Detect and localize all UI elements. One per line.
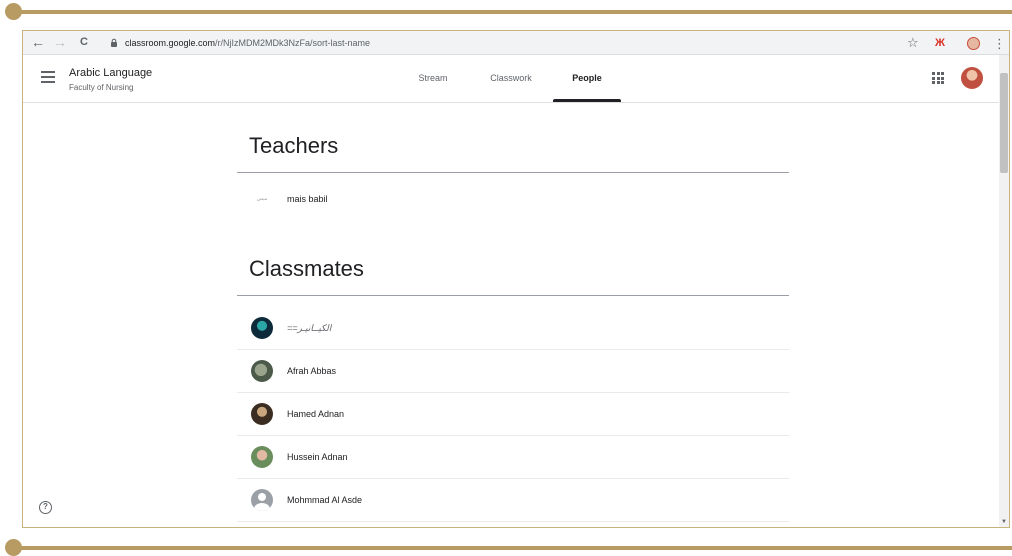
browser-toolbar: ← → C classroom.google.com /r/NjIzMDM2MD… — [23, 31, 1009, 55]
account-avatar[interactable] — [961, 67, 983, 89]
arrow-right-icon: → — [53, 34, 67, 50]
forward-button[interactable]: → — [51, 33, 69, 51]
scroll-down-arrow-icon[interactable]: ▼ — [1001, 519, 1007, 525]
classmates-heading: Classmates — [249, 256, 364, 281]
class-name[interactable]: Arabic Language — [69, 67, 152, 79]
person-name: Mohmmad Al Asde — [287, 495, 363, 505]
decorative-line-top — [14, 10, 1012, 14]
teachers-divider — [237, 172, 789, 173]
tab-classwork[interactable]: Classwork — [481, 73, 541, 83]
person-name: Afrah Abbas — [287, 366, 337, 376]
help-icon[interactable]: ? — [39, 501, 52, 514]
decorative-line-bottom — [14, 546, 1012, 550]
bookmark-star-button[interactable]: ☆ — [907, 34, 919, 52]
classmates-divider — [237, 295, 789, 296]
list-item[interactable]: Mohmmad Al Asde — [237, 479, 789, 522]
back-button[interactable]: ← — [29, 33, 47, 51]
avatar — [251, 403, 273, 425]
tab-stream[interactable]: Stream — [411, 73, 455, 83]
person-name: Hussein Adnan — [287, 452, 348, 462]
extension-icon: Ж — [935, 37, 945, 49]
list-item[interactable]: ==الكيــانيـر — [237, 307, 789, 350]
google-apps-icon[interactable] — [932, 72, 944, 84]
person-name: Hamed Adnan — [287, 409, 345, 419]
people-page: Teachers ميس mais babil Classmates ==الك… — [23, 103, 999, 527]
star-icon: ☆ — [907, 35, 919, 50]
classroom-header: Arabic Language Faculty of Nursing Strea… — [23, 55, 999, 103]
screenshot-frame: ← → C classroom.google.com /r/NjIzMDM2MD… — [22, 30, 1010, 528]
tab-people[interactable]: People — [563, 73, 611, 83]
kebab-menu-icon: ⋮ — [993, 35, 1006, 51]
reload-icon: C — [80, 36, 88, 48]
teachers-heading: Teachers — [249, 133, 339, 158]
class-section: Faculty of Nursing — [69, 83, 134, 92]
avatar — [251, 317, 273, 339]
avatar — [251, 360, 273, 382]
hamburger-menu-icon[interactable] — [41, 71, 55, 83]
teacher-avatar: ميس — [256, 195, 268, 202]
url-path: /r/NjIzMDM2MDk3NzFa/sort-last-name — [215, 37, 371, 48]
teacher-row[interactable]: ميس mais babil — [237, 177, 789, 220]
address-bar[interactable]: classroom.google.com /r/NjIzMDM2MDk3NzFa… — [109, 34, 929, 51]
browser-profile-button[interactable] — [967, 34, 980, 52]
page-scrollbar[interactable]: ▼ — [999, 55, 1009, 527]
active-tab-indicator — [553, 99, 621, 102]
arrow-left-icon: ← — [31, 34, 45, 50]
reload-button[interactable]: C — [75, 33, 93, 51]
default-avatar-icon — [251, 489, 273, 511]
scrollbar-thumb[interactable] — [1000, 73, 1008, 173]
list-item[interactable]: Hamed Adnan — [237, 393, 789, 436]
url-host: classroom.google.com — [125, 37, 216, 48]
extension-button[interactable]: Ж — [935, 34, 945, 52]
avatar — [251, 446, 273, 468]
person-name: ==الكيــانيـر — [287, 322, 332, 333]
teacher-name: mais babil — [287, 193, 328, 204]
browser-menu-button[interactable]: ⋮ — [993, 34, 1006, 52]
profile-avatar-icon — [967, 36, 980, 50]
list-item[interactable]: Hussein Adnan — [237, 436, 789, 479]
lock-icon — [109, 38, 119, 48]
list-item[interactable]: Afrah Abbas — [237, 350, 789, 393]
